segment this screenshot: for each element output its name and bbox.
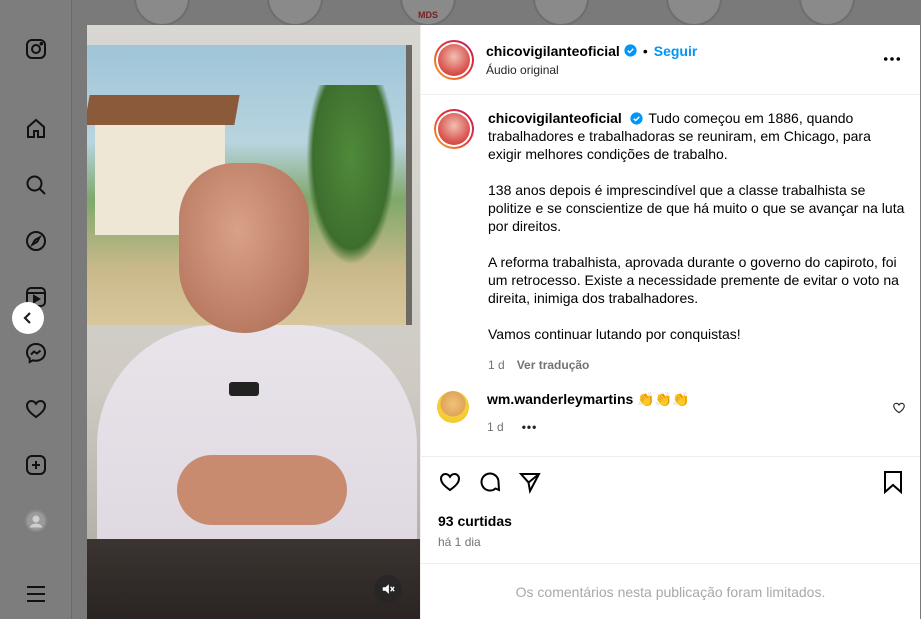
story-avatar — [666, 0, 722, 25]
post-details-panel: chicovigilanteoficial • Seguir Áudio ori… — [420, 25, 920, 619]
separator-dot: • — [642, 42, 648, 59]
more-horizontal-icon — [883, 57, 901, 61]
save-button[interactable] — [880, 469, 906, 495]
share-button[interactable] — [517, 469, 543, 495]
caption-paragraph: A reforma trabalhista, aprovada durante … — [488, 254, 899, 306]
instagram-logo-icon[interactable] — [22, 35, 50, 63]
speaker-muted-icon — [382, 584, 395, 594]
post-header: chicovigilanteoficial • Seguir Áudio ori… — [421, 25, 920, 95]
author-avatar[interactable] — [434, 39, 474, 80]
comment-button[interactable] — [477, 469, 503, 495]
author-username[interactable]: chicovigilanteoficial — [486, 43, 620, 59]
commenter-username[interactable]: wm.wanderleymartins — [487, 391, 633, 407]
post-video[interactable] — [87, 25, 420, 619]
lapel-mic — [229, 382, 259, 396]
story-avatar — [267, 0, 323, 25]
like-button[interactable] — [437, 469, 463, 495]
story-avatar — [533, 0, 589, 25]
heart-notifications-icon[interactable] — [22, 395, 50, 423]
comments-limited-notice: Os comentários nesta publicação foram li… — [421, 563, 920, 619]
post-actions: 93 curtidas há 1 dia — [421, 456, 920, 564]
verified-badge-icon — [624, 44, 637, 57]
see-translation-button[interactable]: Ver tradução — [517, 356, 590, 374]
comment-bubble-icon — [480, 472, 501, 492]
explore-icon[interactable] — [22, 227, 50, 255]
more-options-button[interactable] — [882, 51, 902, 67]
story-mark: MDS — [418, 10, 438, 20]
caption-author-avatar[interactable] — [434, 109, 474, 149]
post-timestamp[interactable]: há 1 dia — [438, 535, 481, 549]
comment-item: wm.wanderleymartins 👏👏👏 1 d ••• — [437, 391, 906, 434]
post-modal: chicovigilanteoficial • Seguir Áudio ori… — [87, 25, 920, 619]
follow-button[interactable]: Seguir — [654, 43, 698, 59]
speaker-face — [179, 163, 309, 333]
audio-label[interactable]: Áudio original — [486, 63, 697, 77]
bookmark-icon — [884, 471, 902, 494]
story-avatar: MDS — [400, 0, 456, 25]
verified-badge-icon — [630, 112, 643, 125]
comment-age[interactable]: 1 d — [487, 420, 504, 434]
story-avatar — [134, 0, 190, 25]
story-avatar — [799, 0, 855, 25]
home-icon[interactable] — [22, 115, 50, 143]
caption-author-username[interactable]: chicovigilanteoficial — [488, 110, 622, 126]
commenter-avatar[interactable] — [437, 391, 469, 423]
caption-age[interactable]: 1 d — [488, 356, 505, 374]
messenger-icon[interactable] — [22, 339, 50, 367]
like-count[interactable]: 93 curtidas — [438, 513, 512, 529]
caption-paragraph: 138 anos depois é imprescindível que a c… — [488, 182, 905, 234]
comment-text: 👏👏👏 — [637, 391, 690, 407]
stories-tray: MDS — [72, 0, 921, 25]
comment-like-button[interactable] — [892, 401, 906, 415]
chevron-left-icon — [23, 312, 31, 324]
audio-muted-button[interactable] — [374, 575, 402, 603]
heart-icon — [439, 472, 461, 492]
profile-icon[interactable] — [22, 507, 50, 535]
post-caption: chicovigilanteoficial Tudo começou em 18… — [434, 109, 906, 374]
menu-icon[interactable] — [22, 580, 50, 608]
heart-icon — [893, 402, 905, 414]
caption-paragraph: Vamos continuar lutando por conquistas! — [488, 326, 741, 342]
send-icon — [518, 473, 541, 494]
create-post-icon[interactable] — [22, 451, 50, 479]
search-icon[interactable] — [22, 171, 50, 199]
comment-options-button[interactable]: ••• — [522, 420, 538, 434]
previous-post-button[interactable] — [12, 302, 44, 334]
